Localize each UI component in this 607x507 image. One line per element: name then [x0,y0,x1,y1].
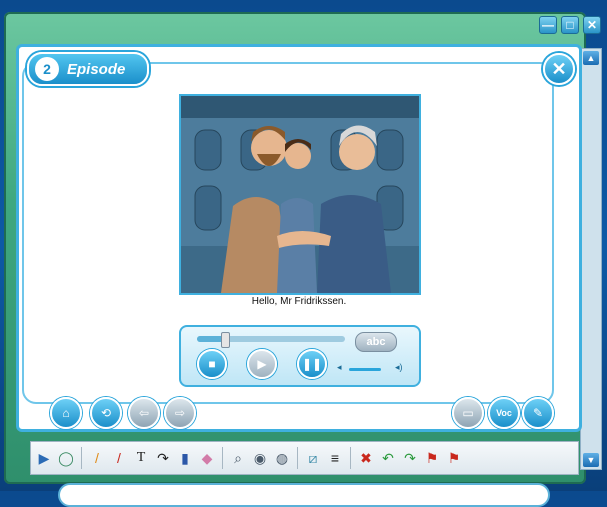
stop-button[interactable]: ■ [197,349,227,379]
volume-high-icon: ◂) [395,362,403,372]
episode-header: 2 Episode [27,52,149,86]
scene-caption: Hello, Mr Fridrikssen. [251,296,347,307]
curve-icon: ↷ [157,449,169,466]
text-icon: T [136,450,146,465]
note-button[interactable]: ✎ [522,397,554,429]
close-episode-button[interactable]: ✕ [543,53,575,85]
slideshow-button[interactable]: ▭ [452,397,484,429]
marker-icon: ▮ [181,449,189,466]
scroll-up-icon[interactable]: ▲ [583,51,599,65]
volume-low-icon: ◂ [337,362,342,372]
subtitle-toggle-button[interactable]: abc [355,332,397,352]
pen-orange-icon: / [95,450,99,466]
select-pointer-tool[interactable]: ▶ [33,447,55,469]
zoom-icon: ⌕ [234,449,242,466]
toolbar-separator [297,447,298,469]
marker-tool[interactable]: ▮ [174,447,196,469]
screen-shade-tool[interactable]: ⧄ [302,447,324,469]
spotlight-icon: ◉ [253,449,267,466]
window-controls: — □ ✕ [539,16,601,34]
episode-title: Episode [67,60,126,78]
spotlight-tool[interactable]: ◉ [249,447,271,469]
eraser-icon: ◆ [201,449,213,466]
back-button[interactable]: ⇦ [128,397,160,429]
window-close-button[interactable]: ✕ [583,16,601,34]
eraser-tool[interactable]: ◆ [196,447,218,469]
reveal-tool[interactable]: ◍ [271,447,293,469]
pen-orange-tool[interactable]: / [86,447,108,469]
toolbar-separator [222,447,223,469]
zoom-tool[interactable]: ⌕ [227,447,249,469]
bookmark-tool[interactable]: ⚑ [421,447,443,469]
pause-button[interactable]: ❚❚ [297,349,327,379]
select-pointer-icon: ▶ [38,449,50,466]
pen-red-icon: / [117,450,121,466]
media-player: abc ■ ▶ ❚❚ ◂ ◂) [179,325,421,387]
next-panel-preview [58,483,550,507]
maximize-button[interactable]: □ [561,16,579,34]
minimize-button[interactable]: — [539,16,557,34]
curve-tool[interactable]: ↷ [152,447,174,469]
blind-tool[interactable]: ≡ [324,447,346,469]
redo-tool[interactable]: ↷ [399,447,421,469]
forward-button[interactable]: ⇨ [164,397,196,429]
seek-progress [197,336,224,342]
volume-control[interactable]: ◂ ◂) [337,362,407,373]
lasso-tool[interactable]: ◯ [55,447,77,469]
blind-icon: ≡ [330,450,340,466]
annotation-toolbar: ▶ ◯ / / T ↷ ▮ ◆ ⌕ ◉ ◍ ⧄ ≡ ✖ ↶ ↷ ⚑ ⚑ [30,441,579,475]
clear-icon: ✖ [360,449,372,466]
lasso-icon: ◯ [58,449,74,466]
volume-slider[interactable] [349,368,381,371]
bookmark-save-icon: ⚑ [447,449,461,466]
text-tool[interactable]: T [130,447,152,469]
bookmark-icon: ⚑ [425,449,439,466]
scene-illustration [181,96,419,293]
home-button[interactable]: ⌂ [50,397,82,429]
screen-shade-icon: ⧄ [308,449,318,466]
scene-image [179,94,421,295]
episode-number: 2 [35,57,59,81]
play-button[interactable]: ▶ [247,349,277,379]
bookmark-save-tool[interactable]: ⚑ [443,447,465,469]
clear-tool[interactable]: ✖ [355,447,377,469]
undo-icon: ↶ [382,449,394,466]
scroll-down-icon[interactable]: ▼ [583,453,599,467]
seek-bar[interactable] [197,332,345,348]
refresh-button[interactable]: ⟲ [90,397,122,429]
toolbar-separator [350,447,351,469]
redo-icon: ↷ [404,449,416,466]
seek-handle[interactable] [220,332,230,348]
vertical-scrollbar[interactable]: ▲ ▼ [580,48,602,470]
toolbar-separator [81,447,82,469]
pen-red-tool[interactable]: / [108,447,130,469]
vocabulary-button[interactable]: Voc [488,397,520,429]
undo-tool[interactable]: ↶ [377,447,399,469]
reveal-icon: ◍ [275,449,289,466]
